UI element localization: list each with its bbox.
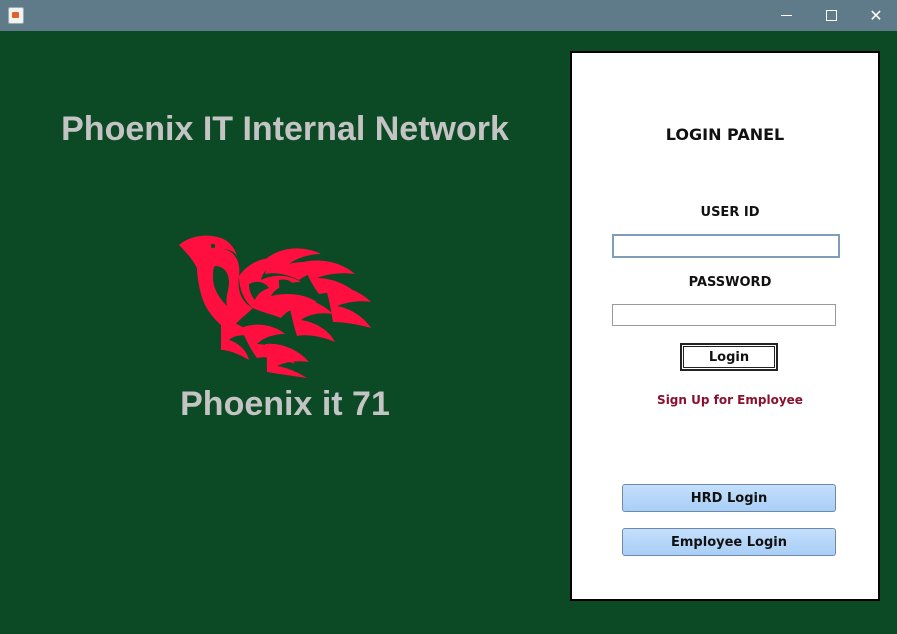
maximize-icon — [825, 10, 837, 21]
login-panel: LOGIN PANEL USER ID PASSWORD Login Sign … — [570, 51, 880, 601]
phoenix-bird-logo — [179, 235, 371, 378]
signup-employee-link[interactable]: Sign Up for Employee — [572, 393, 878, 407]
login-button[interactable]: Login — [680, 343, 778, 371]
password-label: PASSWORD — [688, 275, 772, 290]
hrd-login-button[interactable]: HRD Login — [622, 484, 836, 512]
employee-login-button[interactable]: Employee Login — [622, 528, 836, 556]
user-id-label: USER ID — [700, 205, 760, 220]
user-id-input[interactable] — [612, 234, 840, 258]
network-title: Phoenix IT Internal Network — [61, 110, 509, 148]
password-input[interactable] — [612, 304, 836, 326]
close-icon: ✕ — [869, 5, 883, 25]
login-panel-title: LOGIN PANEL — [665, 125, 785, 144]
java-app-icon — [8, 7, 24, 24]
window-titlebar[interactable]: ✕ — [0, 0, 897, 31]
minimize-icon — [780, 15, 792, 16]
minimize-button[interactable] — [763, 0, 809, 31]
close-button[interactable]: ✕ — [853, 0, 897, 31]
logo-caption: Phoenix it 71 — [180, 385, 390, 423]
maximize-button[interactable] — [808, 0, 854, 31]
